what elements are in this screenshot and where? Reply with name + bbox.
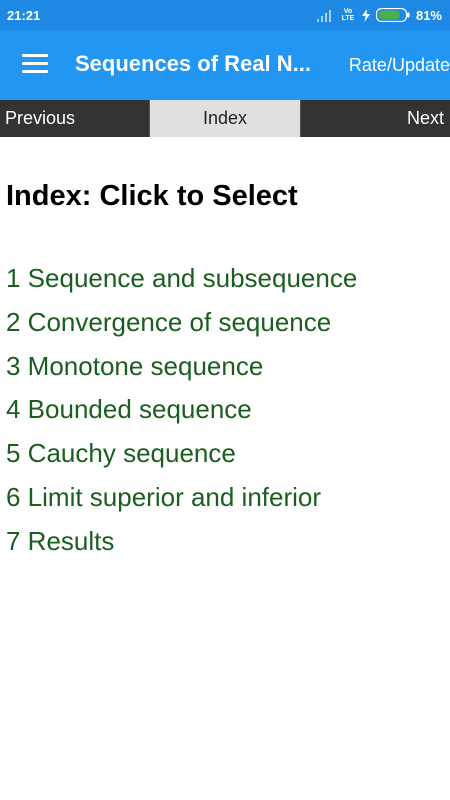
volte-icon: Vo LTE — [341, 8, 355, 22]
battery-percent: 81% — [415, 7, 442, 23]
next-button[interactable]: Next — [300, 100, 450, 137]
signal-icon — [316, 10, 331, 22]
index-item-bounded-sequence[interactable]: 4 Bounded sequence — [6, 391, 357, 435]
index-item-convergence-of-sequence[interactable]: 2 Convergence of sequence — [6, 304, 357, 348]
previous-button[interactable]: Previous — [0, 100, 150, 137]
battery-icon — [375, 8, 410, 22]
index-list: 1 Sequence and subsequence 2 Convergence… — [6, 260, 357, 567]
status-icons: Vo LTE 81% — [316, 6, 442, 24]
app-bar: Sequences of Real N... Rate/Update — [0, 30, 450, 100]
index-item-cauchy-sequence[interactable]: 5 Cauchy sequence — [6, 435, 357, 479]
hamburger-menu-icon[interactable] — [22, 54, 48, 74]
rate-update-button[interactable]: Rate/Update — [349, 55, 450, 76]
status-bar: 21:21 Vo LTE 81% — [0, 0, 450, 30]
index-button[interactable]: Index — [150, 100, 300, 137]
status-time: 21:21 — [7, 8, 41, 23]
index-item-results[interactable]: 7 Results — [6, 523, 357, 567]
index-item-sequence-and-subsequence[interactable]: 1 Sequence and subsequence — [6, 260, 357, 304]
index-item-limit-superior-and-inferior[interactable]: 6 Limit superior and inferior — [6, 479, 357, 523]
index-item-monotone-sequence[interactable]: 3 Monotone sequence — [6, 348, 357, 392]
nav-row: Previous Index Next — [0, 100, 450, 137]
app-title: Sequences of Real N... — [75, 51, 311, 76]
page-heading: Index: Click to Select — [6, 180, 298, 212]
charging-icon — [361, 8, 370, 22]
screen: 21:21 Vo LTE 81% Sequences of Real N... … — [0, 0, 450, 800]
